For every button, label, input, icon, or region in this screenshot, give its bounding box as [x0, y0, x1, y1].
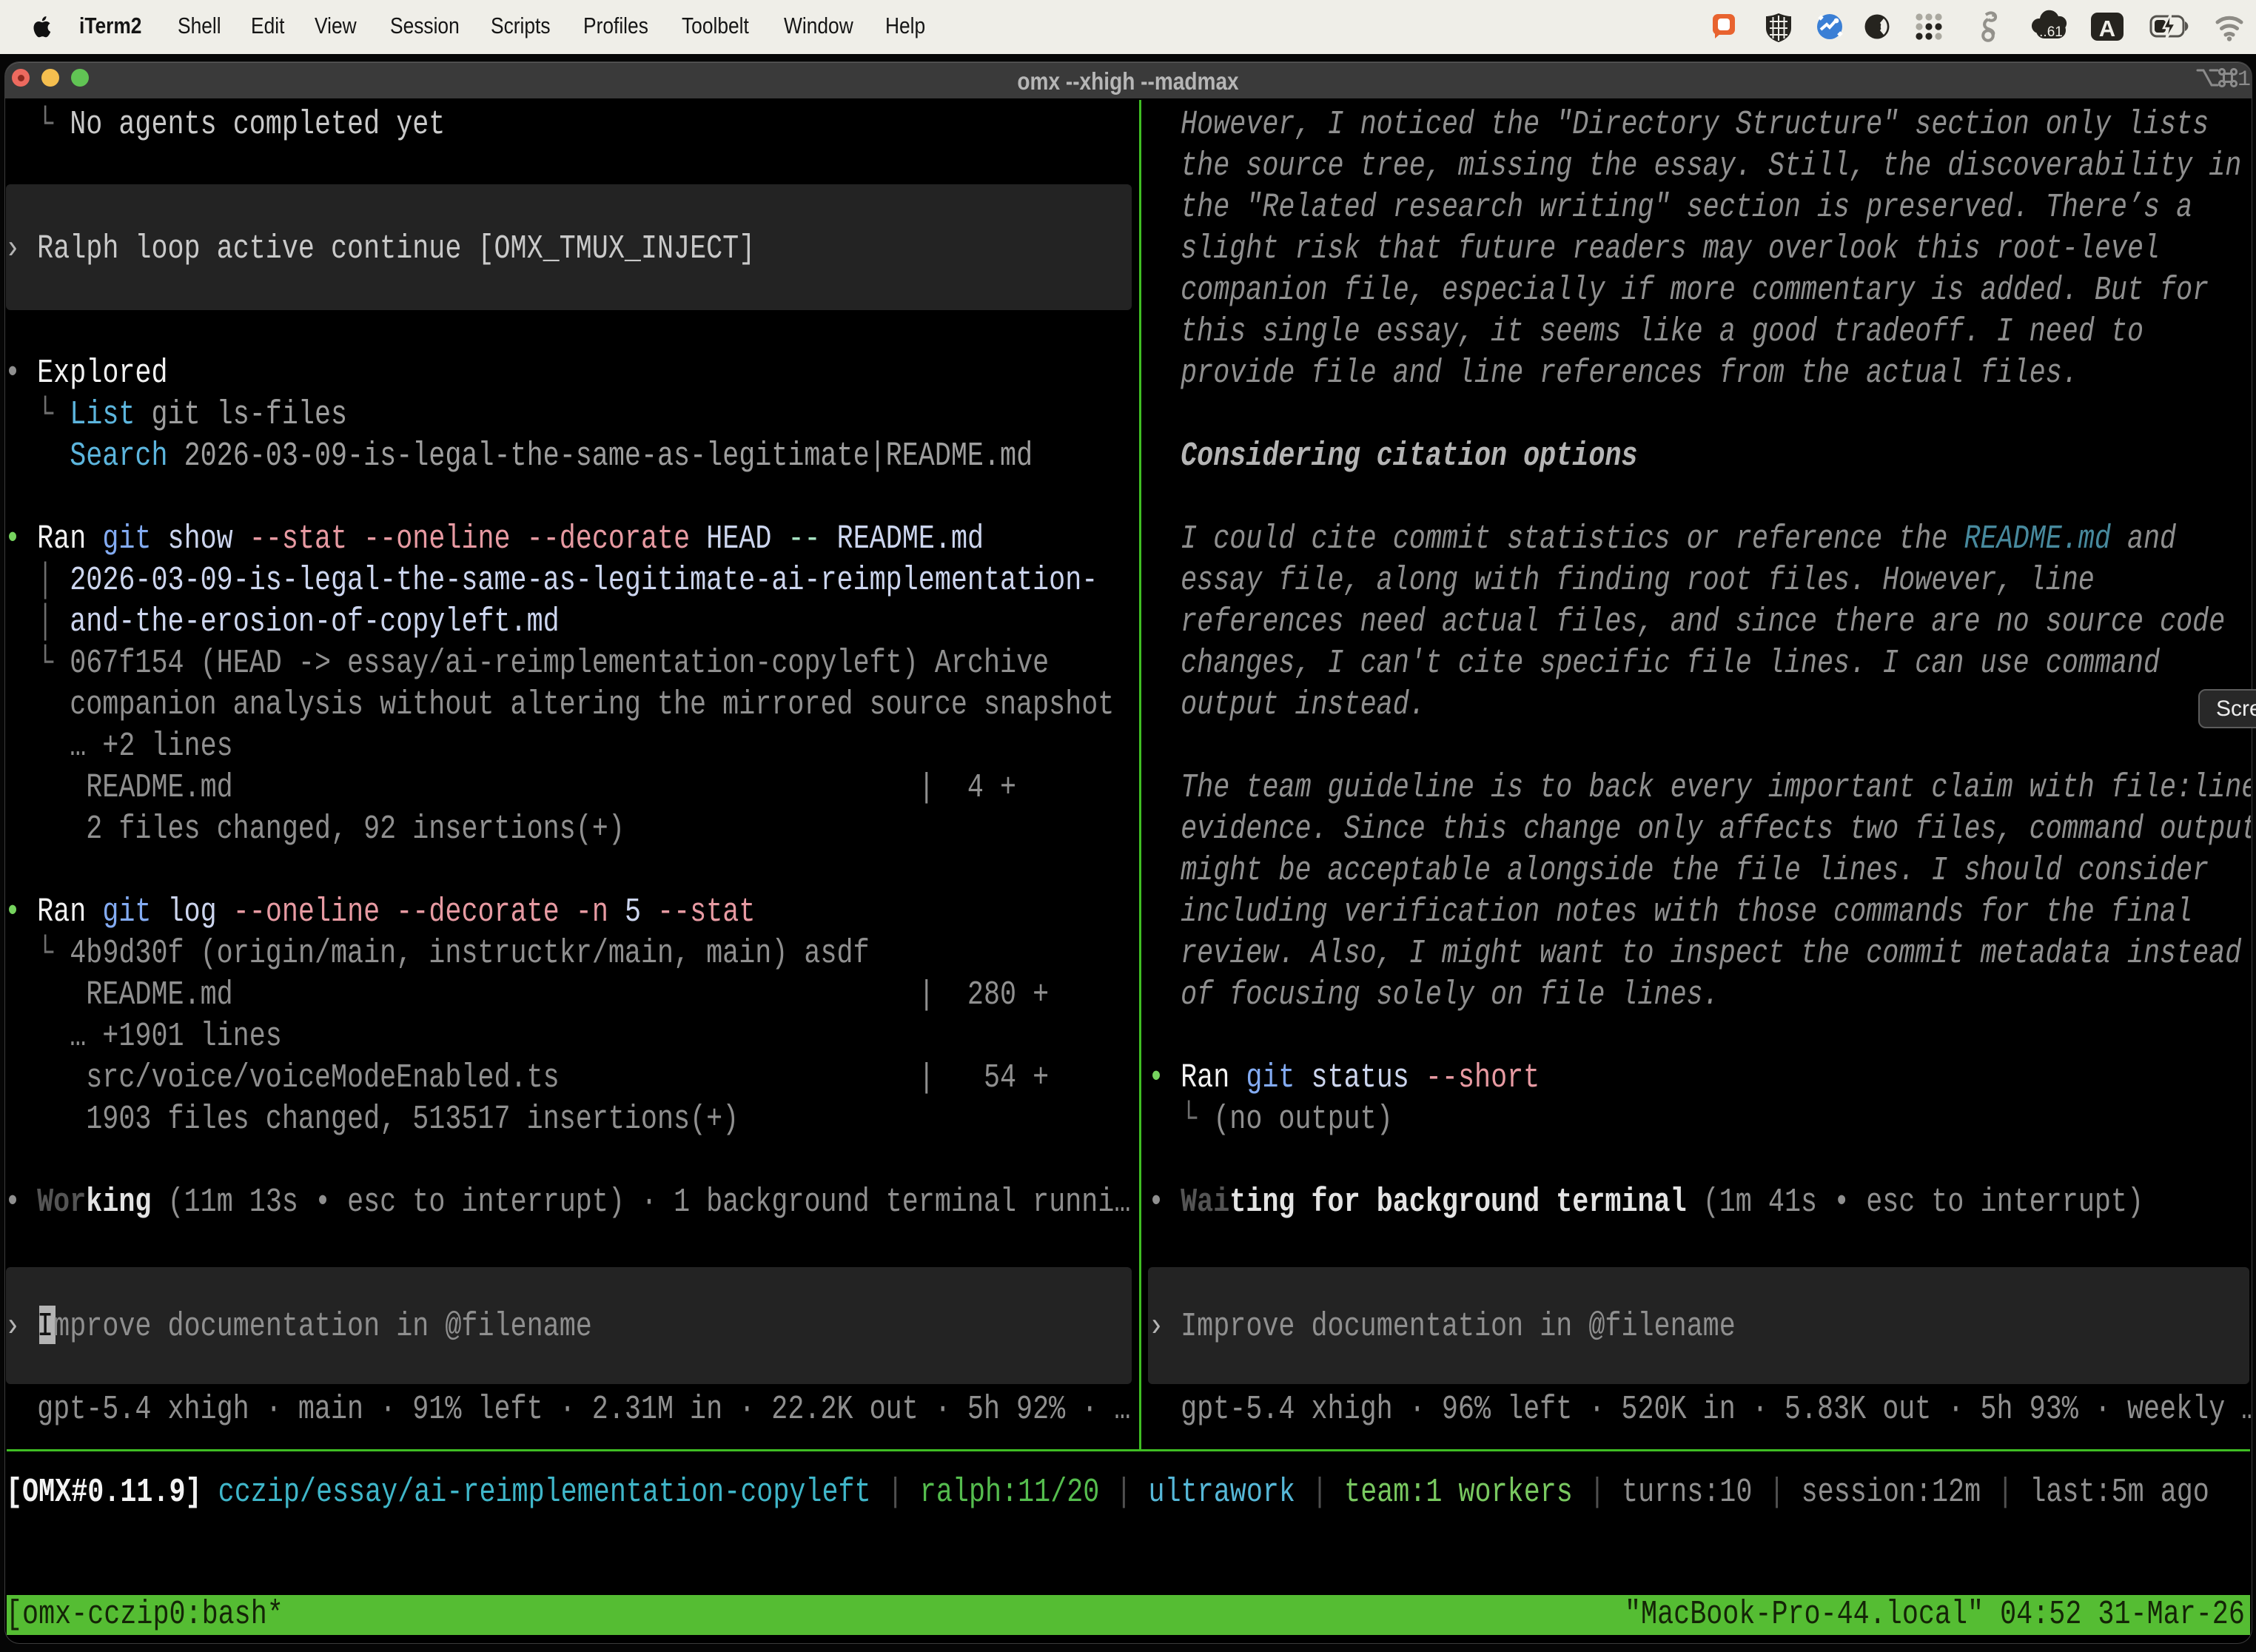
svg-text:..61: ..61 [2039, 24, 2063, 40]
svg-text:A: A [2099, 16, 2115, 41]
svg-text:1: 1 [2237, 67, 2251, 89]
